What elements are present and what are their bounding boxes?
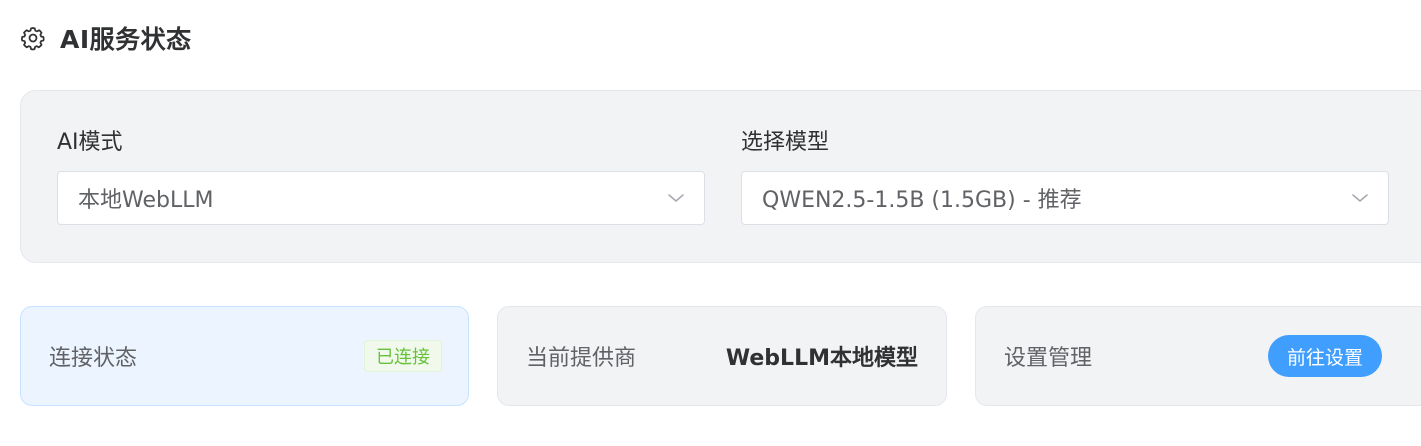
- connected-badge: 已连接: [364, 340, 442, 372]
- model-field: 选择模型 QWEN2.5-1.5B (1.5GB) - 推荐: [741, 129, 1389, 225]
- settings-label: 设置管理: [1004, 346, 1093, 371]
- section-header: AI服务状态: [20, 20, 192, 56]
- gear-icon: [20, 25, 46, 51]
- go-to-settings-button[interactable]: 前往设置: [1267, 335, 1382, 377]
- connection-status-label: 连接状态: [49, 346, 138, 371]
- model-label: 选择模型: [741, 130, 830, 155]
- model-select[interactable]: QWEN2.5-1.5B (1.5GB) - 推荐: [741, 171, 1389, 225]
- ai-service-status-panel: AI服务状态 AI模式 本地WebLLM 选择模型 QWEN2.5-1.5B (…: [0, 0, 1421, 446]
- ai-mode-select[interactable]: 本地WebLLM: [57, 171, 705, 225]
- connection-status-card: 连接状态 已连接: [20, 306, 469, 406]
- chevron-down-icon: [1350, 188, 1370, 208]
- settings-card: 设置管理 前往设置: [975, 306, 1421, 406]
- provider-card: 当前提供商 WebLLM本地模型: [497, 306, 947, 406]
- status-row: 连接状态 已连接 当前提供商 WebLLM本地模型 设置管理 前往设置: [0, 306, 1421, 406]
- ai-config-card: AI模式 本地WebLLM 选择模型 QWEN2.5-1.5B (1.5GB) …: [20, 90, 1421, 263]
- provider-value: WebLLM本地模型: [725, 346, 918, 371]
- model-selected-value: QWEN2.5-1.5B (1.5GB) - 推荐: [762, 188, 1082, 213]
- ai-mode-label: AI模式: [57, 130, 123, 155]
- ai-mode-selected-value: 本地WebLLM: [78, 188, 214, 213]
- ai-mode-field: AI模式 本地WebLLM: [57, 129, 705, 225]
- page-title: AI服务状态: [60, 25, 192, 54]
- chevron-down-icon: [666, 188, 686, 208]
- provider-label: 当前提供商: [526, 346, 637, 371]
